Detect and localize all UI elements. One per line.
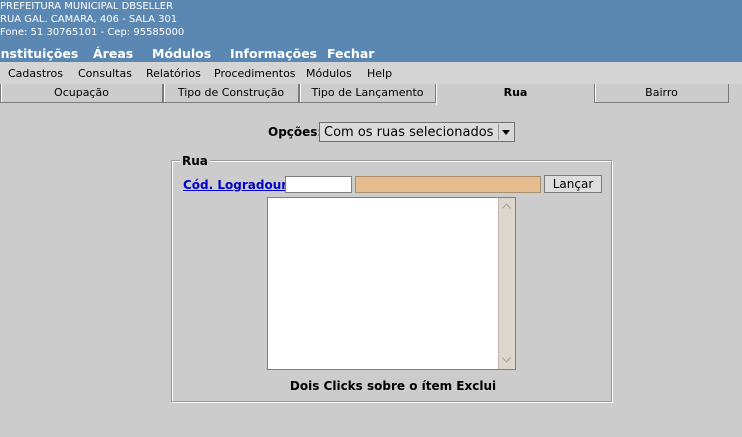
app-header: PREFEITURA MUNICIPAL DBSELLER RUA GAL. C… — [0, 0, 742, 62]
selected-ruas-list[interactable] — [267, 197, 516, 370]
cod-logradouro-input[interactable] — [285, 176, 352, 193]
cod-logradouro-link[interactable]: Cód. Logradouro: — [183, 178, 300, 192]
menu-areas[interactable]: Áreas — [93, 46, 133, 61]
submenu-relatorios[interactable]: Relatórios — [146, 67, 201, 80]
tab-tipo-lancamento[interactable]: Tipo de Lançamento — [299, 84, 436, 103]
tab-tipo-construcao[interactable]: Tipo de Construção — [163, 84, 299, 103]
menu-modulos[interactable]: Módulos — [152, 46, 211, 61]
tab-bar: Ocupação Tipo de Construção Tipo de Lanç… — [0, 84, 742, 106]
options-selected-value: Com os ruas selecionados — [324, 125, 494, 140]
options-select[interactable]: Com os ruas selecionados — [319, 122, 515, 142]
help-row: Dois Clicks sobre o ítem Exclui — [0, 375, 742, 394]
submenu-consultas[interactable]: Consultas — [78, 67, 132, 80]
rua-group-legend: Rua — [180, 154, 210, 168]
submenu-modulos[interactable]: Módulos — [306, 67, 352, 80]
org-name: PREFEITURA MUNICIPAL DBSELLER — [0, 1, 174, 12]
scroll-down-icon[interactable] — [502, 357, 511, 363]
options-label: Opções: — [268, 125, 323, 139]
sub-menu: Cadastros Consultas Relatórios Procedime… — [0, 62, 742, 84]
tab-bairro[interactable]: Bairro — [594, 84, 729, 103]
submenu-procedimentos[interactable]: Procedimentos — [214, 67, 296, 80]
menu-informacoes[interactable]: Informações — [230, 46, 317, 61]
submenu-help[interactable]: Help — [367, 67, 392, 80]
org-address: RUA GAL. CAMARA, 406 - SALA 301 — [0, 14, 178, 25]
help-text: Dois Clicks sobre o ítem Exclui — [289, 379, 497, 393]
list-scrollbar[interactable] — [498, 198, 515, 369]
menu-fechar[interactable]: Fechar — [327, 46, 374, 61]
lancar-button[interactable]: Lançar — [544, 175, 602, 193]
chevron-down-icon[interactable] — [498, 124, 513, 140]
logradouro-name-field — [355, 176, 541, 193]
scroll-up-icon[interactable] — [502, 203, 511, 209]
tab-ocupacao[interactable]: Ocupação — [0, 84, 163, 103]
tab-rua[interactable]: Rua — [436, 84, 594, 105]
menu-instituicoes[interactable]: Instituições — [0, 46, 78, 61]
submenu-cadastros[interactable]: Cadastros — [8, 67, 63, 80]
org-contact: Fone: 51 30765101 - Cep: 95585000 — [0, 27, 185, 38]
